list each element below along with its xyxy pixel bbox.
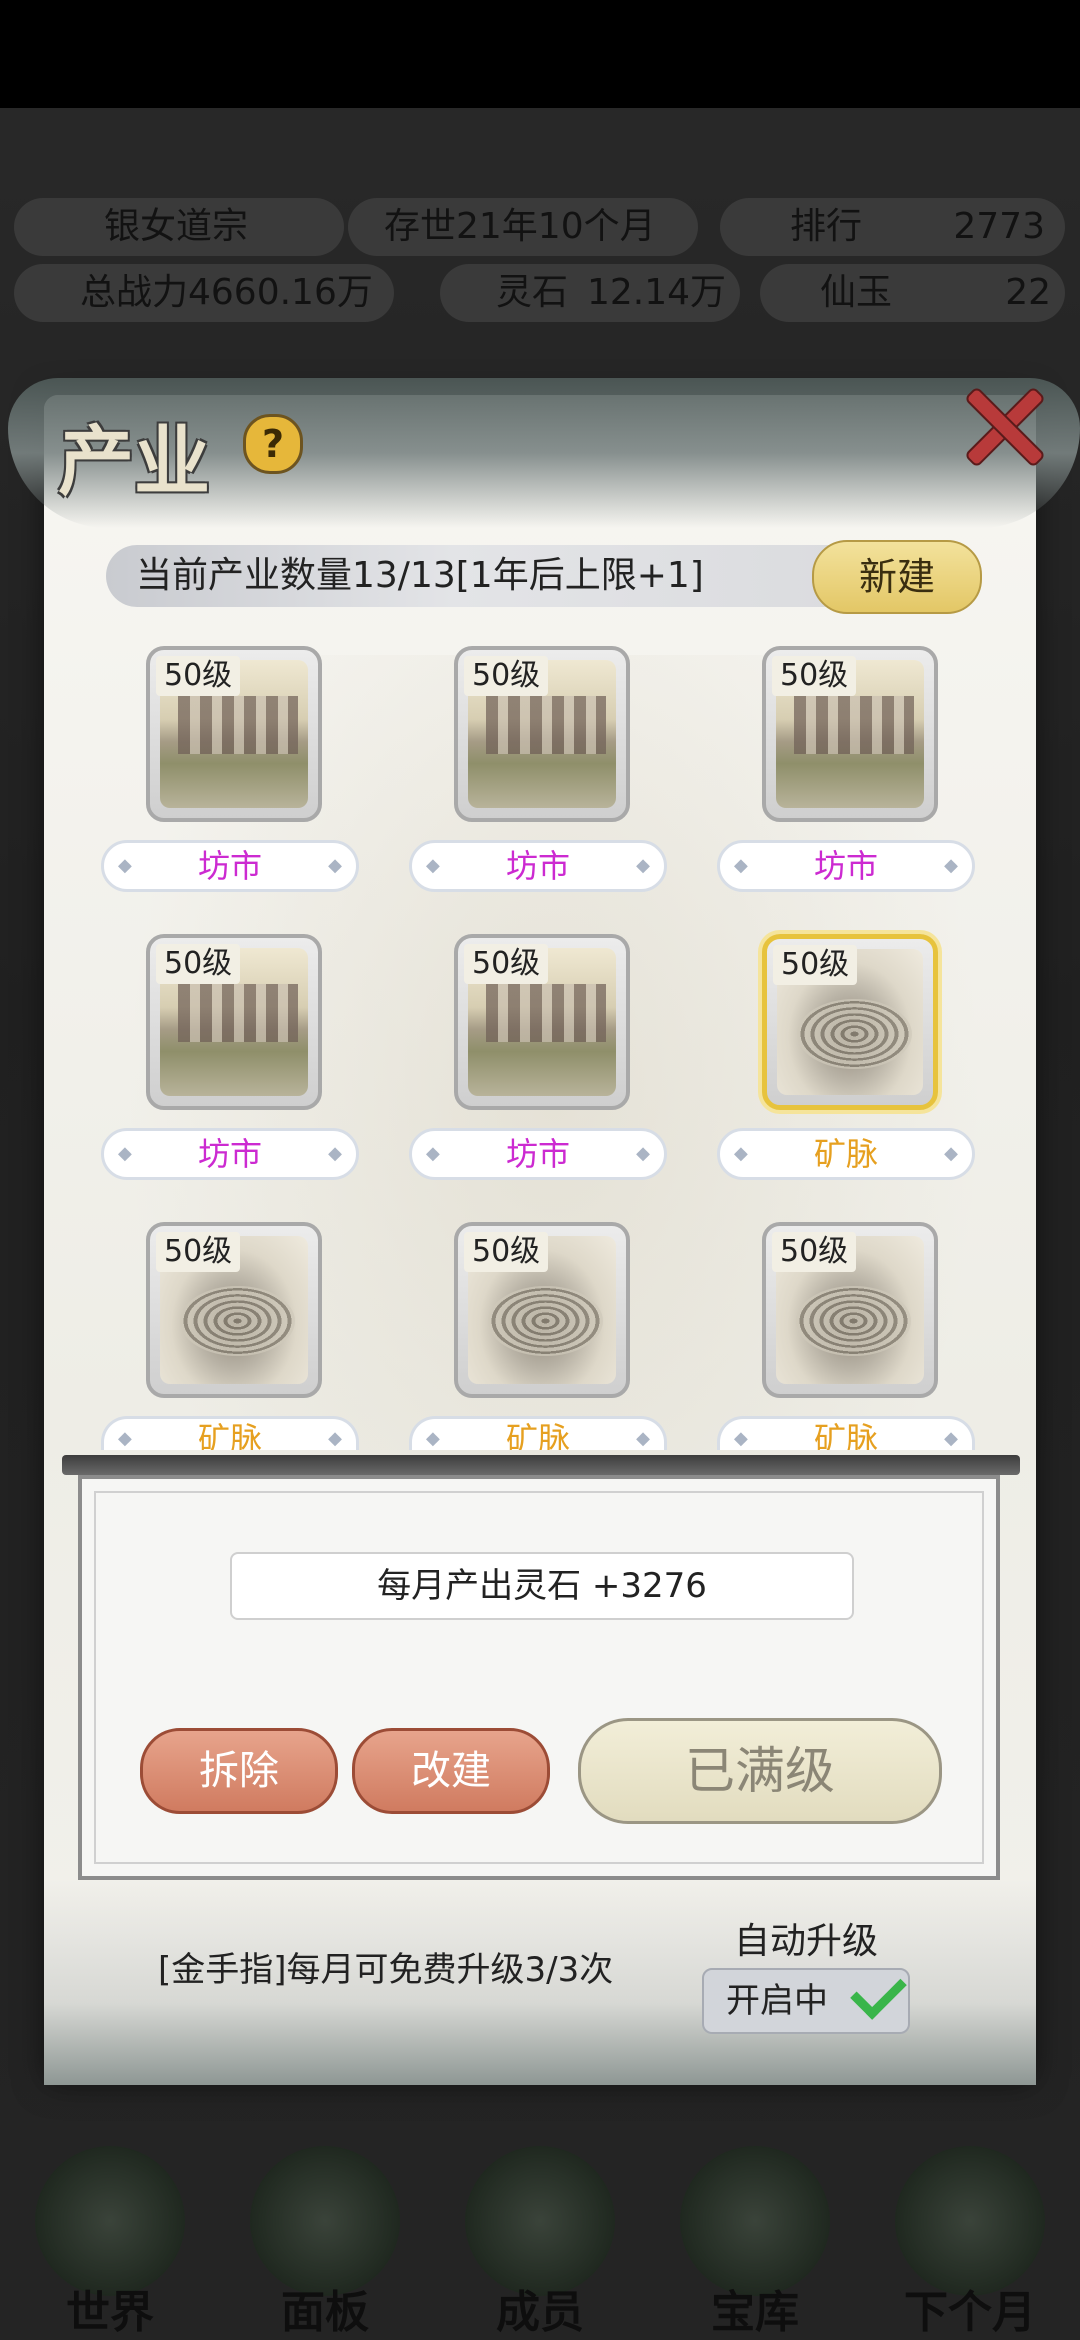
rebuild-button[interactable]: 改建 [352,1728,550,1814]
tile-level: 50级 [156,944,241,984]
detail-scroll-rod [62,1455,1020,1475]
max-level-button[interactable]: 已满级 [578,1718,942,1824]
tile-name: 矿脉 [101,1416,359,1450]
tile-level: 50级 [772,656,857,696]
tile-level: 50级 [772,1232,857,1272]
tile-level: 50级 [464,944,549,984]
tile-name: 矿脉 [717,1128,975,1180]
tile-level: 50级 [156,1232,241,1272]
tile-name: 矿脉 [717,1416,975,1450]
status-bar [0,0,1080,108]
close-icon[interactable] [958,382,1044,468]
demolish-button[interactable]: 拆除 [140,1728,338,1814]
tile-level: 50级 [464,1232,549,1272]
tile-name: 坊市 [101,1128,359,1180]
monthly-output: 每月产出灵石 +3276 [230,1552,854,1620]
auto-upgrade-label: 自动升级 [734,1921,879,1962]
auto-upgrade-toggle[interactable]: 开启中 [702,1963,910,2034]
industry-tile[interactable]: 50级 [146,934,322,1110]
tile-name: 坊市 [717,840,975,892]
tile-name: 坊市 [409,840,667,892]
industry-tile[interactable]: 50级 [762,934,938,1110]
tile-level: 50级 [156,656,241,696]
industry-tile[interactable]: 50级 [762,646,938,822]
industry-tile[interactable]: 50级 [146,646,322,822]
industry-tile[interactable]: 50级 [762,1222,938,1398]
industry-tile[interactable]: 50级 [454,1222,630,1398]
check-icon [850,1963,907,2020]
help-icon[interactable]: ? [243,414,303,474]
auto-upgrade-state: 开启中 [726,1981,828,2021]
tile-name: 矿脉 [409,1416,667,1450]
industry-tile[interactable]: 50级 [146,1222,322,1398]
industry-tile[interactable]: 50级 [454,934,630,1110]
industry-tile[interactable]: 50级 [454,646,630,822]
golden-finger-info: [金手指]每月可免费升级3/3次 [158,1950,614,1990]
industry-count-label: 当前产业数量13/13[1年后上限+1] [136,555,704,596]
tile-name: 坊市 [101,840,359,892]
dialog-title: 产业 [58,417,210,506]
tile-name: 坊市 [409,1128,667,1180]
tile-level: 50级 [464,656,549,696]
tile-level: 50级 [773,945,858,985]
new-industry-button[interactable]: 新建 [812,540,982,614]
